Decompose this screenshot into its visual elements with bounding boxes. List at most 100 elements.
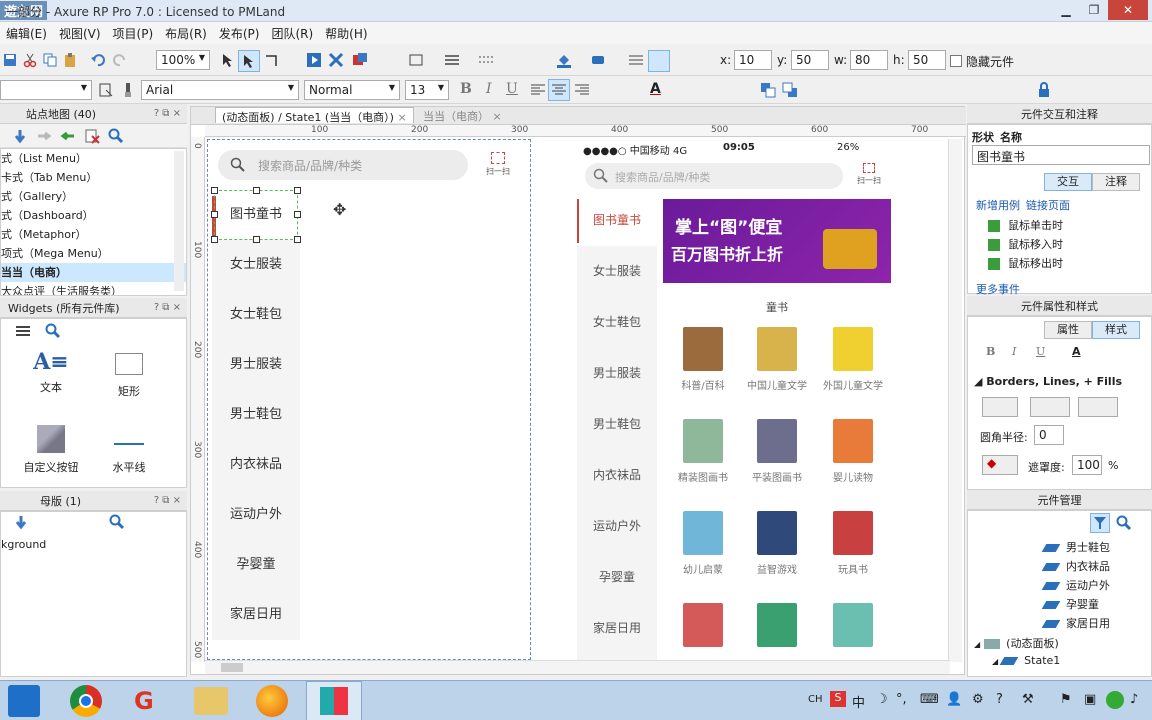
resize-handle[interactable]: [253, 236, 260, 243]
tab-other[interactable]: 当当（电商） ×: [417, 107, 508, 123]
axure-taskbar-button[interactable]: [306, 681, 362, 720]
align-center-button[interactable]: [648, 50, 670, 72]
props-font-color-icon[interactable]: A: [1072, 345, 1081, 358]
shadow-icon[interactable]: [590, 52, 606, 68]
design-category-item[interactable]: 男士鞋包: [212, 390, 300, 440]
settings-icon[interactable]: ⚙: [972, 692, 984, 707]
widget-search-icon[interactable]: [45, 323, 61, 339]
widget-text[interactable]: A≡ 文本: [21, 349, 81, 395]
menu-edit[interactable]: 编辑(E): [0, 25, 53, 42]
redo-icon[interactable]: [112, 52, 128, 68]
radius-field[interactable]: 0: [1034, 425, 1064, 445]
tab-style[interactable]: 样式: [1092, 321, 1140, 339]
zoom-select[interactable]: 100% ▼: [156, 50, 210, 70]
menu-project[interactable]: 项目(P): [107, 25, 160, 42]
sogou-icon[interactable]: S: [830, 691, 846, 707]
outdent-icon[interactable]: [60, 128, 76, 144]
moon-icon[interactable]: ☽: [876, 692, 888, 707]
paste-icon[interactable]: [62, 52, 78, 68]
design-category-item[interactable]: 男士服装: [212, 340, 300, 390]
maximize-button[interactable]: ❐: [1080, 0, 1108, 20]
app-g-icon[interactable]: G: [134, 687, 162, 715]
line-style-icon[interactable]: [478, 52, 494, 68]
sitemap-item[interactable]: 式（List Menu）: [1, 149, 186, 168]
line-weight-icon[interactable]: [444, 52, 460, 68]
resize-handle[interactable]: [253, 187, 260, 194]
bold-icon[interactable]: B: [460, 81, 472, 97]
sitemap-scrollbar[interactable]: [174, 151, 184, 291]
w-field[interactable]: 80: [850, 50, 888, 70]
event-item[interactable]: 鼠标移出时: [988, 255, 1063, 271]
sitemap-item[interactable]: 式（Gallery）: [1, 187, 186, 206]
lang-zh[interactable]: 中: [852, 692, 865, 711]
select-pointer-icon[interactable]: [220, 52, 236, 68]
widget-custom-button[interactable]: 自定义按钮: [21, 425, 81, 475]
menu-publish[interactable]: 发布(P): [213, 25, 266, 42]
props-bold-icon[interactable]: B: [986, 345, 995, 358]
text-align-right-icon[interactable]: [574, 82, 590, 98]
menu-team[interactable]: 团队(R): [265, 25, 319, 42]
menu-view[interactable]: 视图(V): [53, 25, 107, 42]
menu-help[interactable]: 帮助(H): [319, 25, 373, 42]
design-category-item[interactable]: 内衣袜品: [212, 440, 300, 490]
sitemap-item[interactable]: 大众点评（生活服务类）: [1, 282, 186, 295]
sitemap-item[interactable]: 式（Metaphor）: [1, 225, 186, 244]
format-painter-icon[interactable]: [98, 82, 114, 98]
minimize-button[interactable]: ▁: [1052, 0, 1080, 20]
hide-checkbox[interactable]: [950, 55, 962, 67]
widget-horizontal-line[interactable]: 水平线: [99, 433, 159, 475]
design-category-item[interactable]: 女士鞋包: [212, 290, 300, 340]
undo-icon[interactable]: [90, 52, 106, 68]
manager-state-node[interactable]: ◢ State1: [992, 654, 1060, 667]
master-search-icon[interactable]: [109, 514, 125, 530]
manager-search-icon[interactable]: [1116, 515, 1132, 531]
font-color-icon[interactable]: A: [650, 81, 661, 97]
manager-panel-node[interactable]: ◢ (动态面板): [974, 635, 1059, 651]
scroll-thumb[interactable]: [221, 663, 243, 672]
network-icon[interactable]: ▣: [1084, 692, 1096, 707]
selection-box[interactable]: [211, 187, 301, 243]
resize-handle[interactable]: [294, 236, 301, 243]
design-category-item[interactable]: 孕婴童: [212, 540, 300, 590]
resize-handle[interactable]: [211, 187, 218, 194]
fill-edit-icon[interactable]: [408, 52, 424, 68]
library-menu-icon[interactable]: [15, 323, 31, 339]
generate-icon[interactable]: [352, 52, 368, 68]
fill-color-button[interactable]: ◆: [982, 455, 1018, 475]
play-icon[interactable]: [306, 52, 322, 68]
design-scan-button[interactable]: 扫一扫: [478, 152, 518, 177]
volume-icon[interactable]: ♪: [1130, 692, 1138, 707]
align-left-icon[interactable]: [628, 52, 644, 68]
tab-props[interactable]: 属性: [1044, 321, 1092, 339]
manager-item[interactable]: 男士鞋包: [1041, 539, 1110, 555]
canvas-hscrollbar[interactable]: [205, 660, 950, 674]
folder-icon[interactable]: [194, 687, 228, 715]
canvas-vscrollbar[interactable]: [948, 139, 962, 662]
border-color-button[interactable]: [982, 397, 1018, 417]
sitemap-item[interactable]: 式（Dashboard）: [1, 206, 186, 225]
font-size-select[interactable]: 13 ▼: [405, 80, 449, 100]
user-icon[interactable]: 👤: [946, 692, 962, 707]
delete-page-icon[interactable]: [84, 128, 100, 144]
lock-icon[interactable]: [1036, 82, 1052, 98]
text-align-left-icon[interactable]: [530, 82, 546, 98]
brush-icon[interactable]: [120, 82, 136, 98]
widget-name-field[interactable]: 图书童书: [972, 145, 1150, 165]
tab-note[interactable]: 注释: [1092, 173, 1140, 191]
link-page-link[interactable]: 链接页面: [1026, 197, 1070, 213]
tab-active[interactable]: (动态面板) / State1 (当当（电商）) ×: [215, 107, 414, 124]
design-category-item[interactable]: 运动户外: [212, 490, 300, 540]
filter-icon[interactable]: [1090, 513, 1110, 533]
props-italic-icon[interactable]: I: [1012, 345, 1016, 358]
punct-icon[interactable]: °,: [896, 692, 907, 707]
crop-icon[interactable]: [264, 52, 280, 68]
search-icon[interactable]: [108, 128, 124, 144]
resize-handle[interactable]: [211, 236, 218, 243]
manager-item[interactable]: 内衣袜品: [1041, 558, 1110, 574]
resize-handle[interactable]: [294, 211, 301, 218]
font-select[interactable]: Arial ▼: [141, 80, 299, 100]
sitemap-item[interactable]: 卡式（Tab Menu）: [1, 168, 186, 187]
resize-handle[interactable]: [294, 187, 301, 194]
send-back-icon[interactable]: [782, 82, 798, 98]
text-align-center-button[interactable]: [548, 79, 570, 101]
